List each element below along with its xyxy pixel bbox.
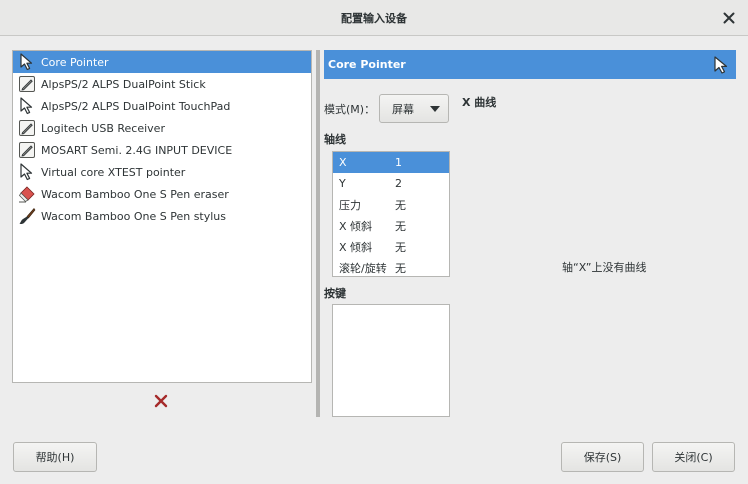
brush-icon [17, 206, 37, 226]
device-header-title: Core Pointer [328, 58, 406, 71]
save-button[interactable]: 保存(S) [561, 442, 644, 472]
device-label: Wacom Bamboo One S Pen eraser [41, 187, 229, 201]
mode-select[interactable]: 屏幕 [379, 94, 449, 123]
axes-label: 轴线 [324, 133, 346, 146]
cursor-icon [17, 52, 37, 72]
device-header: Core Pointer [324, 50, 736, 79]
axis-row[interactable]: X 倾斜 无 [333, 236, 449, 257]
axis-value: 2 [395, 177, 402, 190]
keys-list[interactable] [332, 304, 450, 417]
axis-name: X 倾斜 [339, 219, 373, 233]
curve-title: X 曲线 [462, 96, 497, 109]
axis-value: 无 [395, 219, 406, 233]
axis-row[interactable]: 滚轮/旋转 无 [333, 257, 449, 278]
cursor-icon [712, 55, 730, 78]
title-bar: 配置输入设备 [0, 0, 748, 36]
axis-value: 无 [395, 261, 406, 275]
curve-message: 轴“X”上没有曲线 [562, 261, 647, 274]
close-button[interactable]: 关闭(C) [652, 442, 735, 472]
eraser-icon [17, 184, 37, 204]
help-button-label: 帮助(H) [35, 451, 75, 464]
axis-value: 1 [395, 156, 402, 169]
device-label: Virtual core XTEST pointer [41, 165, 186, 179]
axis-row[interactable]: X 倾斜 无 [333, 215, 449, 236]
device-label: Wacom Bamboo One S Pen stylus [41, 209, 227, 223]
save-button-label: 保存(S) [583, 451, 622, 464]
keys-label: 按键 [324, 287, 346, 300]
device-label: AlpsPS/2 ALPS DualPoint TouchPad [41, 99, 231, 113]
axis-name: Y [339, 177, 346, 190]
device-item[interactable]: Wacom Bamboo One S Pen eraser [13, 183, 311, 205]
mode-label: 模式(M)： [324, 103, 376, 116]
window-title: 配置输入设备 [341, 11, 407, 25]
device-label: MOSART Semi. 2.4G INPUT DEVICE [41, 143, 233, 157]
remove-device-icon[interactable] [152, 392, 170, 410]
window-close-icon[interactable] [720, 9, 738, 27]
device-item[interactable]: MOSART Semi. 2.4G INPUT DEVICE [13, 139, 311, 161]
axis-row[interactable]: X 1 [333, 152, 449, 173]
cursor-icon [17, 162, 37, 182]
close-button-label: 关闭(C) [674, 451, 713, 464]
device-item[interactable]: Wacom Bamboo One S Pen stylus [13, 205, 311, 227]
device-label: AlpsPS/2 ALPS DualPoint Stick [41, 77, 206, 91]
axis-row[interactable]: 压力 无 [333, 194, 449, 215]
mode-value: 屏幕 [392, 102, 414, 116]
device-item[interactable]: AlpsPS/2 ALPS DualPoint Stick [13, 73, 311, 95]
device-item[interactable]: Virtual core XTEST pointer [13, 161, 311, 183]
axis-name: 滚轮/旋转 [339, 261, 387, 275]
device-item[interactable]: Core Pointer [13, 51, 311, 73]
axis-value: 无 [395, 198, 406, 212]
axis-name: 压力 [339, 198, 361, 212]
cursor-icon [17, 96, 37, 116]
axis-value: 无 [395, 240, 406, 254]
device-list[interactable]: Core Pointer AlpsPS/2 ALPS DualPoint Sti… [12, 50, 312, 383]
axis-name: X [339, 156, 347, 169]
help-button[interactable]: 帮助(H) [13, 442, 97, 472]
device-item[interactable]: Logitech USB Receiver [13, 117, 311, 139]
tablet-pen-icon [17, 140, 37, 160]
tablet-pen-icon [17, 74, 37, 94]
dropdown-arrow-icon [430, 106, 440, 112]
axis-row[interactable]: Y 2 [333, 173, 449, 194]
device-label: Core Pointer [41, 55, 109, 69]
device-item[interactable]: AlpsPS/2 ALPS DualPoint TouchPad [13, 95, 311, 117]
pane-separator[interactable] [316, 50, 320, 417]
axis-name: X 倾斜 [339, 240, 373, 254]
device-label: Logitech USB Receiver [41, 121, 165, 135]
tablet-pen-icon [17, 118, 37, 138]
axes-list[interactable]: X 1 Y 2 压力 无 X 倾斜 无 X 倾斜 无 滚轮/旋转 无 [332, 151, 450, 277]
